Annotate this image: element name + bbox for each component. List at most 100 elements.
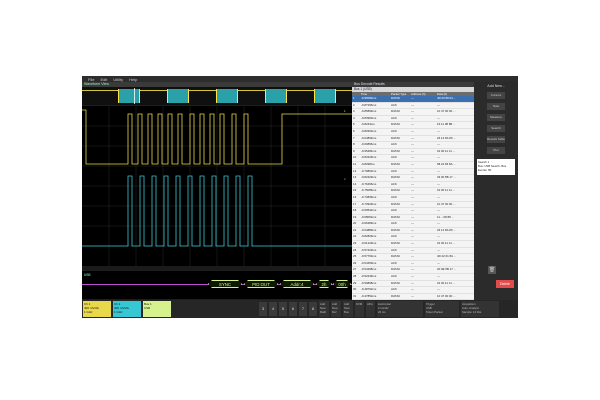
ch1-scale-text: 1	[344, 109, 346, 113]
table-row[interactable]: 29 -9.59898ms DATA0 --- 01 00 11 11 ...	[352, 281, 474, 288]
table-row[interactable]: 22 -9.82829ms ACK --- ---	[352, 234, 474, 242]
table-row[interactable]: 26 -9.54459ms ACK --- ---	[352, 261, 474, 268]
table-row[interactable]: 21 -9.64889ms DATA0 --- 26 12 8A 8C ...	[352, 228, 474, 235]
note-button[interactable]: Note	[487, 103, 505, 110]
bus-decode-area[interactable]: USB SYNC PID:OUT Addr:4 2h 00h	[82, 271, 352, 299]
table-row[interactable]: 15 -9.75086ms DATA0 --- 01 00 11 11 ...	[352, 188, 474, 195]
row-time: -9.95484ms	[361, 148, 377, 153]
channel-8-button[interactable]: 8	[309, 302, 317, 316]
delete-button[interactable]: Delete	[496, 280, 514, 288]
channel-6-button[interactable]: 6	[289, 302, 297, 316]
measure-button[interactable]: Measure	[487, 114, 505, 121]
afg-button[interactable]: AFG	[366, 301, 375, 317]
horizontal-badge[interactable]: Horizontal 2 ms/div 20 ms	[377, 301, 423, 317]
add-ref-button[interactable]: Add New Ref	[331, 301, 341, 317]
ch1-badge[interactable]: Ch 1 400 mV/div 1 GHz	[83, 301, 111, 317]
table-row[interactable]: 23 -9.61229ms DATA0 --- 01 00 11 11 ...	[352, 241, 474, 248]
row-time: -9.54298ms	[361, 267, 377, 272]
row-data: ---	[437, 234, 440, 239]
row-index: 29	[353, 280, 357, 285]
search1-badge[interactable]: Search 1 Bus: USB Search: Bus Events: 50	[477, 159, 515, 175]
bus-segment-addr[interactable]: Addr:4	[280, 280, 314, 288]
bus-segment-sync[interactable]: SYNC	[208, 280, 242, 288]
row-time: -9.64893ms	[361, 135, 377, 140]
trash-icon[interactable]: 🗑	[488, 266, 496, 274]
table-row[interactable]: 8 -9.60896ms ACK --- ---	[352, 142, 474, 149]
overview-strip[interactable]	[82, 87, 352, 105]
table-row[interactable]: 12 -9.79863ms ACK --- ---	[352, 169, 474, 176]
bus1-badge[interactable]: Bus 1 USB	[143, 301, 171, 317]
table-row[interactable]: 3 -9.85899ms DATA0 --- 10 47 00 00 ...	[352, 109, 474, 116]
table-row[interactable]: 25 -9.57763ms DATA0 --- 4D 22 01 8A ...	[352, 254, 474, 261]
table-row[interactable]: 18 -9.69542ms ACK --- ---	[352, 208, 474, 215]
table-row[interactable]: 28 -9.52239ms ACK --- ---	[352, 274, 474, 281]
add-math-button[interactable]: Add New Math	[319, 301, 329, 317]
bus-segment-endpoint[interactable]: 2h	[316, 280, 332, 288]
table-row[interactable]: 6 -9.80303ms ACK --- ---	[352, 129, 474, 136]
row-time: -9.47852ms	[361, 293, 377, 298]
graticule	[82, 106, 352, 266]
table-row[interactable]: 24 -9.57429ms ACK --- ---	[352, 248, 474, 255]
table-row[interactable]: 11 -9.8298ms DATA0 --- 68 22 83 8A ...	[352, 162, 474, 169]
bus-segment-crc[interactable]: 00h	[333, 280, 351, 288]
table-row[interactable]: 19 -9.68052ms DATA0 --- 11 -- 08 88 ...	[352, 215, 474, 222]
add-bus-button[interactable]: Add New Bus	[343, 301, 353, 317]
bus1-type: USB	[144, 306, 151, 310]
menu-edit[interactable]: Edit	[100, 77, 107, 82]
row-packet-type: ACK	[391, 260, 397, 265]
channel-5-button[interactable]: 5	[279, 302, 287, 316]
table-row[interactable]: 16 -9.73839ms ACK --- ---	[352, 195, 474, 202]
row-data: 16 11 08 88 ...	[437, 122, 456, 127]
table-row[interactable]: 4 -9.83963ms ACK --- ---	[352, 116, 474, 123]
bus-segment-pid[interactable]: PID:OUT	[244, 280, 278, 288]
search-button[interactable]: Search	[487, 125, 505, 132]
row-time: -9.8298ms	[361, 161, 375, 166]
table-row[interactable]: 20 -9.66489ms ACK --- ---	[352, 221, 474, 228]
table-row[interactable]: 1 -9.95082ms DATA0 --- 4D 00 88 04 ...	[352, 96, 474, 103]
trigger-badge[interactable]: Trigger USB Token Packet	[425, 301, 459, 317]
row-address: ---	[411, 208, 414, 213]
channel-4-button[interactable]: 4	[269, 302, 277, 316]
row-address: ---	[411, 161, 414, 166]
table-row[interactable]: 10 -9.83429ms ACK --- ---	[352, 155, 474, 162]
row-time: -9.82829ms	[361, 234, 377, 239]
row-packet-type: DATA0	[391, 267, 400, 272]
table-row[interactable]: 5 -9.8243ms DATA0 --- 16 11 08 88 ...	[352, 122, 474, 129]
menu-help[interactable]: Help	[129, 77, 137, 82]
table-row[interactable]: 7 -9.64893ms DATA0 --- 26 12 8A 8C ...	[352, 136, 474, 143]
table-row[interactable]: 30 -9.48792ms ACK --- ---	[352, 287, 474, 294]
table-row[interactable]: 2 -9.87296ms ACK --- ---	[352, 103, 474, 110]
menu-file[interactable]: File	[88, 77, 94, 82]
table-row[interactable]: 14 -9.76496ms ACK --- ---	[352, 182, 474, 189]
ch2-badge[interactable]: Ch 2 400 mV/div 1 GHz	[113, 301, 141, 317]
row-packet-type: ACK	[391, 274, 397, 279]
table-row[interactable]: 9 -9.95484ms DATA0 --- 01 00 11 11 ...	[352, 149, 474, 156]
channel-3-button[interactable]: 3	[259, 302, 267, 316]
table-row[interactable]: 27 -9.54298ms DATA0 --- 20 0E 5B 17 ...	[352, 267, 474, 275]
menu-utility[interactable]: Utility	[113, 77, 123, 82]
table-row[interactable]: 13 -9.82429ms DATA0 --- 33 00 5B 17 ...	[352, 175, 474, 182]
oscilloscope-window: File Edit Utility Help Waveform View 1 2…	[82, 76, 518, 318]
plot-button[interactable]: Plot	[487, 147, 505, 154]
row-address: ---	[411, 194, 414, 199]
row-data: 26 12 8A 8C ...	[437, 135, 457, 140]
row-data: 01 00 11 11 ...	[437, 148, 456, 153]
row-time: -9.57763ms	[361, 254, 377, 259]
row-index: 11	[353, 161, 357, 166]
cursors-button[interactable]: Cursors	[487, 92, 505, 99]
acquisition-badge[interactable]: Acquisition Auto, Analyze Sample: 12 bit…	[461, 301, 499, 317]
row-data: ---	[437, 194, 440, 199]
waveform-area[interactable]: 1 2	[82, 106, 352, 266]
table-row[interactable]: 17 -9.73929ms DATA0 --- 10 47 00 00 ...	[352, 202, 474, 209]
channel-7-button[interactable]: 7	[299, 302, 307, 316]
row-packet-type: ACK	[391, 234, 397, 239]
row-data: 01 00 11 11 ...	[437, 241, 456, 246]
dvm-button[interactable]: DVM	[355, 301, 364, 317]
row-data: 68 22 83 8A ...	[437, 161, 456, 166]
row-packet-type: ACK	[391, 142, 397, 147]
row-data: ---	[437, 274, 440, 279]
row-address: ---	[411, 155, 414, 160]
row-packet-type: DATA0	[391, 109, 400, 114]
results-table-button[interactable]: Results Table	[487, 136, 505, 143]
row-time: -9.79863ms	[361, 168, 377, 173]
